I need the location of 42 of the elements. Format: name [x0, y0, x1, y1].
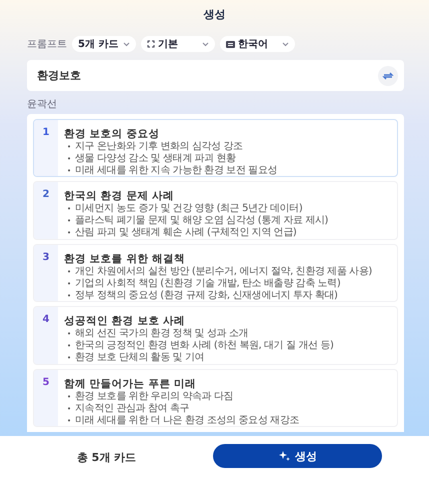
- bullet-item: 플라스틱 폐기물 문제 및 해양 오염 심각성 (통계 자료 제시): [75, 215, 329, 227]
- swap-icon: [382, 70, 394, 82]
- bullet-item: 산림 파괴 및 생태계 훼손 사례 (구체적인 지역 언급): [75, 227, 298, 239]
- card-title: 한국의 환경 문제 사례: [64, 190, 174, 202]
- card-title: 함께 만들어가는 푸른 미래: [64, 378, 196, 390]
- bullet-item: 해외 선진 국가의 환경 정책 및 성과 소개: [75, 328, 250, 340]
- bullet-item: 미세먼지 농도 증가 및 건강 영향 (최근 5년간 데이터): [75, 203, 304, 215]
- keyboard-icon: [226, 40, 235, 48]
- bullet-item: 개인 차원에서의 실천 방안 (분리수거, 에너지 절약, 친환경 제품 사용): [75, 266, 373, 278]
- card-title: 환경 보호를 위한 해결책: [64, 252, 185, 265]
- bullet-item: 미래 세대를 위한 지속 가능한 환경 보전 필요성: [75, 165, 278, 176]
- bullet-item: 지구 온난화와 기후 변화의 심각성 강조: [75, 141, 244, 153]
- card-title: 성공적인 환경 보호 사례: [64, 315, 185, 328]
- bullet-item: 한국의 긍정적인 환경 변화 사례 (하천 복원, 대기 질 개선 등): [75, 340, 335, 352]
- bullet-item: 생물 다양성 감소 및 생태계 파괴 현황: [75, 153, 237, 165]
- bullet-item: 정부 정책의 중요성 (환경 규제 강화, 신재생에너지 투자 확대): [75, 290, 339, 302]
- chevron-icon: [202, 42, 209, 46]
- bullet-item: 환경 보호를 위한 우리의 약속과 다짐: [75, 390, 234, 403]
- dropdown[interactable]: 한국어: [220, 36, 295, 52]
- card-count: 총 5개 카드: [76, 450, 138, 465]
- card-number: 2: [34, 182, 58, 239]
- bullet-item: 환경 보호 단체의 활동 및 기여: [75, 352, 206, 364]
- chevron-icon: [282, 42, 289, 46]
- bullet-item: 미래 세대를 위한 더 나은 환경 조성의 중요성 재강조: [75, 414, 300, 426]
- chevron-icon: [123, 42, 130, 46]
- topic-field[interactable]: 환경보호: [27, 60, 404, 91]
- dropdown[interactable]: 5개 카드: [72, 36, 136, 52]
- outline-label: 윤곽선: [27, 98, 57, 111]
- bullet-item: 지속적인 관심과 참여 촉구: [75, 402, 190, 415]
- card-number: 5: [34, 370, 58, 426]
- card-title: 환경 보호의 중요성: [64, 128, 160, 140]
- shuffle-button[interactable]: [378, 66, 398, 86]
- card-number: 1: [34, 120, 58, 176]
- frame-icon: [147, 40, 155, 48]
- sparkle-icon: [278, 450, 290, 462]
- bullet-item: 기업의 사회적 책임 (친환경 기술 개발, 탄소 배출량 감축 노력): [75, 278, 342, 290]
- dropdown[interactable]: 기본: [141, 36, 215, 52]
- page-title: 생성: [204, 7, 226, 22]
- card-number: 4: [34, 307, 58, 364]
- card-number: 3: [34, 244, 58, 302]
- generate-button[interactable]: 생성: [213, 444, 382, 468]
- prompt-label: 프롬프트: [27, 38, 67, 51]
